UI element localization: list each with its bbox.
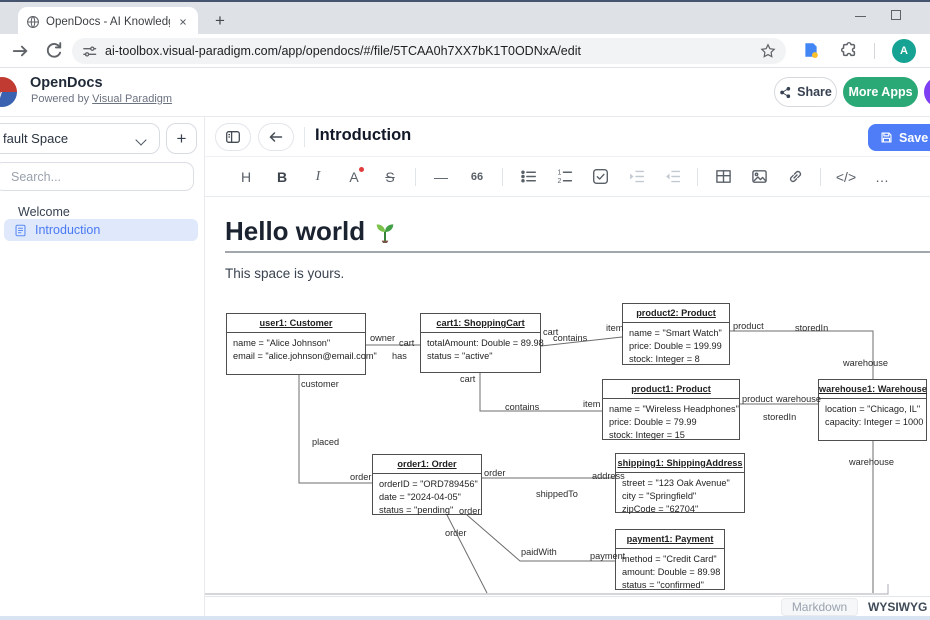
search-input[interactable] xyxy=(0,162,194,191)
browser-window: OpenDocs - AI Knowledge Base + ai-toolbo… xyxy=(0,0,930,620)
share-label: Share xyxy=(797,85,832,99)
save-icon xyxy=(880,131,893,144)
bold-button[interactable]: B xyxy=(271,165,293,189)
url-text[interactable]: ai-toolbox.visual-paradigm.com/app/opend… xyxy=(105,44,752,58)
user-avatar[interactable] xyxy=(924,77,930,107)
more-apps-button[interactable]: More Apps xyxy=(843,77,918,107)
forward-icon[interactable] xyxy=(10,41,30,61)
sidebar-section-welcome: Welcome xyxy=(18,205,70,219)
link-icon-button[interactable] xyxy=(784,165,806,189)
site-info-icon[interactable] xyxy=(82,44,97,59)
add-space-button[interactable]: + xyxy=(166,123,197,154)
table-icon-button[interactable] xyxy=(712,165,734,189)
globe-icon xyxy=(26,15,40,29)
code-button[interactable]: </> xyxy=(835,165,857,189)
address-bar: ai-toolbox.visual-paradigm.com/app/opend… xyxy=(0,34,930,68)
document-header: Introduction Save xyxy=(205,117,930,157)
toolbar-divider xyxy=(820,168,821,186)
app-header: OpenDocs Powered by Visual Paradigm Shar… xyxy=(0,68,930,117)
indent-icon-button[interactable] xyxy=(625,165,647,189)
text-color-button[interactable]: A xyxy=(343,165,365,189)
space-selector[interactable]: fault Space xyxy=(0,123,160,154)
strikethrough-button[interactable]: S xyxy=(379,165,401,189)
reading-list-icon[interactable] xyxy=(802,41,820,59)
tab-strip: OpenDocs - AI Knowledge Base + xyxy=(0,0,930,34)
powered-by-text: Powered by xyxy=(31,93,92,105)
app-name: OpenDocs xyxy=(30,75,103,91)
divider xyxy=(874,43,875,59)
sidebar-item-introduction[interactable]: Introduction xyxy=(4,219,198,241)
tab-close-icon[interactable] xyxy=(176,15,190,29)
toolbar-divider xyxy=(697,168,698,186)
chevron-down-icon xyxy=(135,134,146,145)
visual-paradigm-link[interactable]: Visual Paradigm xyxy=(92,93,172,105)
powered-by: Powered by Visual Paradigm xyxy=(31,93,172,105)
window-bottom-edge xyxy=(0,616,930,620)
save-button[interactable]: Save xyxy=(868,124,930,151)
checklist-icon-button[interactable] xyxy=(589,165,611,189)
page-heading: Hello world xyxy=(225,216,397,247)
horizontal-rule-button[interactable]: — xyxy=(430,165,452,189)
bullet-list-icon-button[interactable] xyxy=(517,165,539,189)
image-icon-button[interactable] xyxy=(748,165,770,189)
heading-button[interactable]: H xyxy=(235,165,257,189)
star-icon[interactable] xyxy=(760,43,776,59)
save-label: Save xyxy=(899,131,928,145)
numbered-list-icon-button[interactable]: 12 xyxy=(553,165,575,189)
toolbar-divider xyxy=(415,168,416,186)
window-maximize-button[interactable] xyxy=(891,10,901,20)
more-button[interactable]: … xyxy=(871,165,893,189)
document-icon xyxy=(14,224,27,237)
panel-icon xyxy=(225,129,241,145)
intro-paragraph: This space is yours. xyxy=(225,266,344,281)
wysiwyg-mode-button[interactable]: WYSIWYG xyxy=(868,598,927,616)
sidebar-item-label: Introduction xyxy=(35,223,100,237)
arrow-left-icon xyxy=(268,129,284,145)
markdown-mode-button[interactable]: Markdown xyxy=(781,598,858,616)
blockquote-button[interactable]: 66 xyxy=(466,165,488,189)
editor-footer: Markdown WYSIWYG xyxy=(205,596,930,616)
svg-text:1: 1 xyxy=(557,170,561,177)
sidebar: fault Space + Welcome Introduction xyxy=(0,117,205,620)
formatting-toolbar: HBIAS — 66 12 </> … xyxy=(205,157,930,197)
window-minimize-button[interactable] xyxy=(855,16,866,17)
browser-profile-avatar[interactable]: A xyxy=(892,39,916,63)
document-title: Introduction xyxy=(315,126,411,145)
back-button[interactable] xyxy=(258,123,294,151)
tab-title: OpenDocs - AI Knowledge Base xyxy=(46,16,170,28)
sidebar-nav: Introduction xyxy=(4,218,198,241)
color-dot xyxy=(359,167,364,172)
share-button[interactable]: Share xyxy=(774,77,837,107)
heading-rule xyxy=(225,251,930,253)
document-content[interactable]: Hello world This space is yours. xyxy=(205,197,930,596)
seedling-emoji-icon xyxy=(373,220,397,244)
toolbar-divider xyxy=(502,168,503,186)
heading-text: Hello world xyxy=(225,216,365,247)
space-name: fault Space xyxy=(3,131,68,146)
italic-button[interactable]: I xyxy=(307,165,329,189)
browser-tab[interactable]: OpenDocs - AI Knowledge Base xyxy=(18,7,198,36)
toggle-sidebar-button[interactable] xyxy=(215,123,251,151)
new-tab-button[interactable]: + xyxy=(208,9,232,33)
share-icon xyxy=(779,86,792,99)
divider xyxy=(304,127,305,147)
outdent-icon-button[interactable] xyxy=(661,165,683,189)
visual-paradigm-logo-icon xyxy=(0,77,17,107)
url-field[interactable]: ai-toolbox.visual-paradigm.com/app/opend… xyxy=(72,38,786,64)
reload-icon[interactable] xyxy=(44,41,64,61)
svg-text:2: 2 xyxy=(557,178,561,185)
extensions-icon[interactable] xyxy=(840,41,858,59)
